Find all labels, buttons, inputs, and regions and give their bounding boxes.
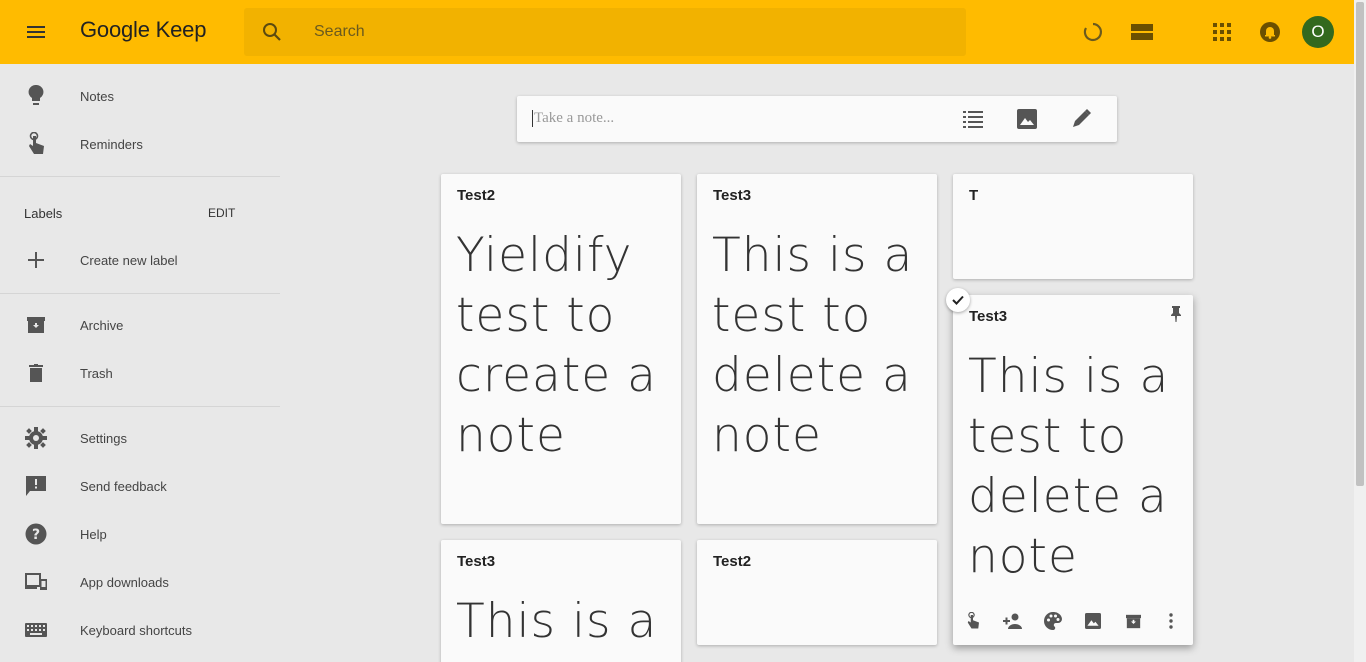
sidebar-item-label: Settings bbox=[80, 430, 127, 446]
sidebar-item-help[interactable]: ? Help bbox=[0, 510, 280, 558]
page-scrollbar-thumb[interactable] bbox=[1356, 2, 1364, 486]
sidebar-divider bbox=[0, 406, 280, 407]
trash-icon bbox=[24, 361, 48, 385]
note-card[interactable]: Test3 This is a test to delete a note bbox=[697, 174, 937, 524]
note-body: This is a bbox=[456, 594, 658, 649]
feedback-icon bbox=[24, 474, 48, 498]
sidebar-divider bbox=[0, 176, 280, 177]
pen-icon bbox=[1073, 109, 1091, 127]
pin-note-button[interactable] bbox=[1167, 305, 1185, 323]
sidebar-item-label: Archive bbox=[80, 317, 124, 333]
select-note-button[interactable] bbox=[946, 288, 970, 312]
note-card[interactable]: Test2 Yieldify test to create a note bbox=[441, 174, 681, 524]
sidebar-item-label: Create new label bbox=[80, 252, 178, 268]
sidebar: Notes Reminders Labels EDIT Create new l… bbox=[0, 64, 280, 662]
more-vert-icon bbox=[1169, 613, 1173, 629]
note-toolbar bbox=[961, 609, 1185, 633]
edit-labels-button[interactable]: EDIT bbox=[208, 206, 235, 220]
add-image-button[interactable] bbox=[1081, 609, 1105, 633]
apps-grid-icon bbox=[1213, 23, 1231, 41]
sidebar-item-reminders[interactable]: Reminders bbox=[0, 120, 280, 168]
search-icon[interactable] bbox=[260, 20, 284, 44]
image-icon bbox=[1085, 613, 1101, 629]
image-icon bbox=[1017, 109, 1037, 129]
note-title: Test3 bbox=[457, 553, 496, 570]
bell-icon bbox=[1260, 22, 1280, 42]
sidebar-item-keyboard-shortcuts[interactable]: Keyboard shortcuts bbox=[0, 606, 280, 654]
sidebar-item-notes[interactable]: Notes bbox=[0, 72, 280, 120]
app-logo[interactable]: Google Keep bbox=[80, 17, 206, 43]
sidebar-item-label: Trash bbox=[80, 365, 113, 381]
archive-icon bbox=[1125, 614, 1141, 628]
sidebar-item-label: Reminders bbox=[80, 136, 143, 152]
sidebar-item-settings[interactable]: Settings bbox=[0, 414, 280, 462]
pin-icon bbox=[1171, 306, 1181, 322]
sidebar-item-label: Notes bbox=[80, 88, 114, 104]
list-view-toggle-button[interactable] bbox=[1128, 18, 1156, 46]
more-options-button[interactable] bbox=[1159, 609, 1183, 633]
apps-button[interactable] bbox=[1208, 18, 1236, 46]
collaborator-button[interactable] bbox=[1001, 609, 1025, 633]
search-bar[interactable] bbox=[244, 8, 966, 56]
labels-heading: Labels bbox=[24, 206, 63, 221]
lightbulb-icon bbox=[24, 84, 48, 108]
take-note-placeholder[interactable]: Take a note... bbox=[532, 110, 614, 127]
note-card[interactable]: Test3 This is a test to delete a note bbox=[953, 295, 1193, 645]
note-title: Test3 bbox=[969, 308, 1008, 325]
sidebar-item-feedback[interactable]: Send feedback bbox=[0, 462, 280, 510]
sidebar-item-label: Help bbox=[80, 526, 107, 542]
note-title: Test2 bbox=[713, 553, 752, 570]
gear-icon bbox=[24, 426, 48, 450]
note-title: T bbox=[969, 187, 979, 204]
note-body: This is a test to delete a note bbox=[712, 228, 914, 463]
note-body: Yieldify test to create a note bbox=[456, 228, 657, 463]
new-image-note-button[interactable] bbox=[1015, 107, 1039, 131]
new-list-button[interactable] bbox=[961, 107, 985, 131]
sidebar-divider bbox=[0, 293, 280, 294]
add-person-icon bbox=[1003, 613, 1022, 629]
sidebar-item-label: Send feedback bbox=[80, 478, 167, 494]
note-title: Test3 bbox=[713, 187, 752, 204]
sidebar-item-create-label[interactable]: Create new label bbox=[0, 236, 280, 284]
reminder-hand-icon bbox=[967, 612, 979, 629]
app-header: Google Keep O bbox=[0, 0, 1354, 64]
checkmark-icon bbox=[952, 295, 964, 305]
search-input[interactable] bbox=[314, 20, 914, 44]
new-drawing-button[interactable] bbox=[1069, 107, 1093, 131]
note-body: This is a test to delete a note bbox=[968, 349, 1170, 584]
sidebar-item-archive[interactable]: Archive bbox=[0, 301, 280, 349]
notifications-button[interactable] bbox=[1256, 18, 1284, 46]
reminder-hand-icon bbox=[24, 132, 48, 156]
hamburger-menu-icon bbox=[27, 26, 45, 38]
keyboard-icon bbox=[24, 618, 48, 642]
sidebar-item-app-downloads[interactable]: App downloads bbox=[0, 558, 280, 606]
archive-icon bbox=[24, 313, 48, 337]
svg-text:?: ? bbox=[32, 527, 40, 543]
note-card[interactable]: Test3 This is a bbox=[441, 540, 681, 662]
help-icon: ? bbox=[24, 522, 48, 546]
plus-icon bbox=[24, 248, 48, 272]
checklist-icon bbox=[963, 111, 983, 128]
note-card[interactable]: T bbox=[953, 174, 1193, 279]
change-color-button[interactable] bbox=[1041, 609, 1065, 633]
note-title: Test2 bbox=[457, 187, 496, 204]
note-card[interactable]: Test2 bbox=[697, 540, 937, 645]
take-note-composer[interactable]: Take a note... bbox=[517, 96, 1117, 142]
list-view-icon bbox=[1131, 24, 1153, 40]
palette-icon bbox=[1044, 612, 1062, 630]
remind-me-button[interactable] bbox=[961, 609, 985, 633]
main-menu-button[interactable] bbox=[20, 20, 52, 44]
archive-note-button[interactable] bbox=[1121, 609, 1145, 633]
account-avatar[interactable]: O bbox=[1302, 16, 1334, 48]
sidebar-item-trash[interactable]: Trash bbox=[0, 349, 280, 397]
sidebar-item-label: Keyboard shortcuts bbox=[80, 622, 193, 638]
refresh-spinner-icon bbox=[1083, 22, 1102, 42]
devices-icon bbox=[24, 570, 48, 594]
refresh-button[interactable] bbox=[1079, 18, 1107, 46]
sidebar-item-label: App downloads bbox=[80, 574, 169, 590]
